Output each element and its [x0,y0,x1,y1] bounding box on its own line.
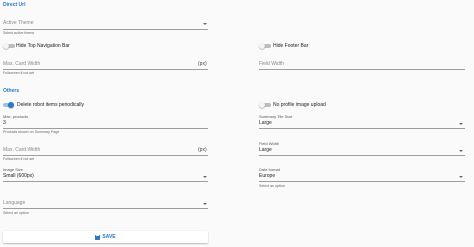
switch-knob [259,102,265,108]
language-helper: Select an option [3,211,29,215]
active-theme-helper: Select active theme [3,31,35,35]
hide-footer-switch[interactable] [259,42,271,50]
chevron-down-icon[interactable] [203,203,207,205]
date-format-helper: Select an option [259,184,285,188]
chevron-down-icon[interactable] [203,23,207,25]
switch-knob [8,102,14,108]
max-card-width-input[interactable]: Max. Card Width [3,61,40,67]
section-title-direct-url: Direct Url [3,2,26,8]
chevron-down-icon[interactable] [459,150,463,152]
hide-top-nav-switch[interactable] [3,42,15,50]
max-card-width-input[interactable]: Max. Card Width [3,147,40,153]
date-format-select[interactable]: Europe [259,173,275,179]
section-title-others: Others [3,88,20,94]
no-profile-image-label: No profile image upload [273,101,326,108]
hide-top-nav-label: Hide Top Navigation Bar [16,42,70,49]
max-card-width-underline [3,155,208,156]
language-underline [3,208,208,209]
active-theme-select[interactable]: Active Theme [3,20,33,26]
max-products-label: Max. products [3,114,29,119]
max-products-underline [3,128,208,129]
date-format-label: Date format [259,167,280,172]
max-card-width-helper: Fullscreen if not set [3,71,35,75]
field-width-label: Field Width [259,141,280,146]
date-format-underline [259,181,465,182]
save-button-label: SAVE [102,234,116,240]
no-profile-image-switch[interactable] [259,101,271,109]
switch-knob [259,43,265,49]
chevron-down-icon[interactable] [203,176,207,178]
switch-knob [3,43,9,49]
field-width-underline [259,155,465,156]
delete-robot-items-switch[interactable] [3,101,15,109]
active-theme-underline [3,29,208,30]
image-size-select[interactable]: Small (600px) [3,173,34,179]
hide-footer-label: Hide Footer Bar [273,42,309,49]
save-button[interactable]: SAVE [3,231,208,243]
max-card-width-underline [3,69,208,70]
field-width-select[interactable]: Large [259,147,272,153]
summary-tile-size-select[interactable]: Large [259,120,272,126]
px-adornment: (px) [198,61,207,67]
max-products-helper: Products shown on Summary Page [3,130,60,134]
image-size-underline [3,181,208,182]
field-width-underline [259,69,465,70]
delete-robot-items-label: Delete robot items periodically [17,101,84,108]
save-icon [95,234,101,240]
px-adornment: (px) [198,147,207,153]
chevron-down-icon[interactable] [459,123,463,125]
max-card-width-helper: Fullscreen if not set [3,157,35,161]
field-width-input[interactable]: Field Width [259,61,284,67]
image-size-label: Image Size [3,167,24,172]
chevron-down-icon[interactable] [459,176,463,178]
language-select[interactable]: Language [3,200,25,206]
summary-tile-size-label: Summary Tile Size [259,114,293,119]
max-products-input[interactable]: 3 [3,120,6,126]
summary-tile-size-underline [259,128,465,129]
